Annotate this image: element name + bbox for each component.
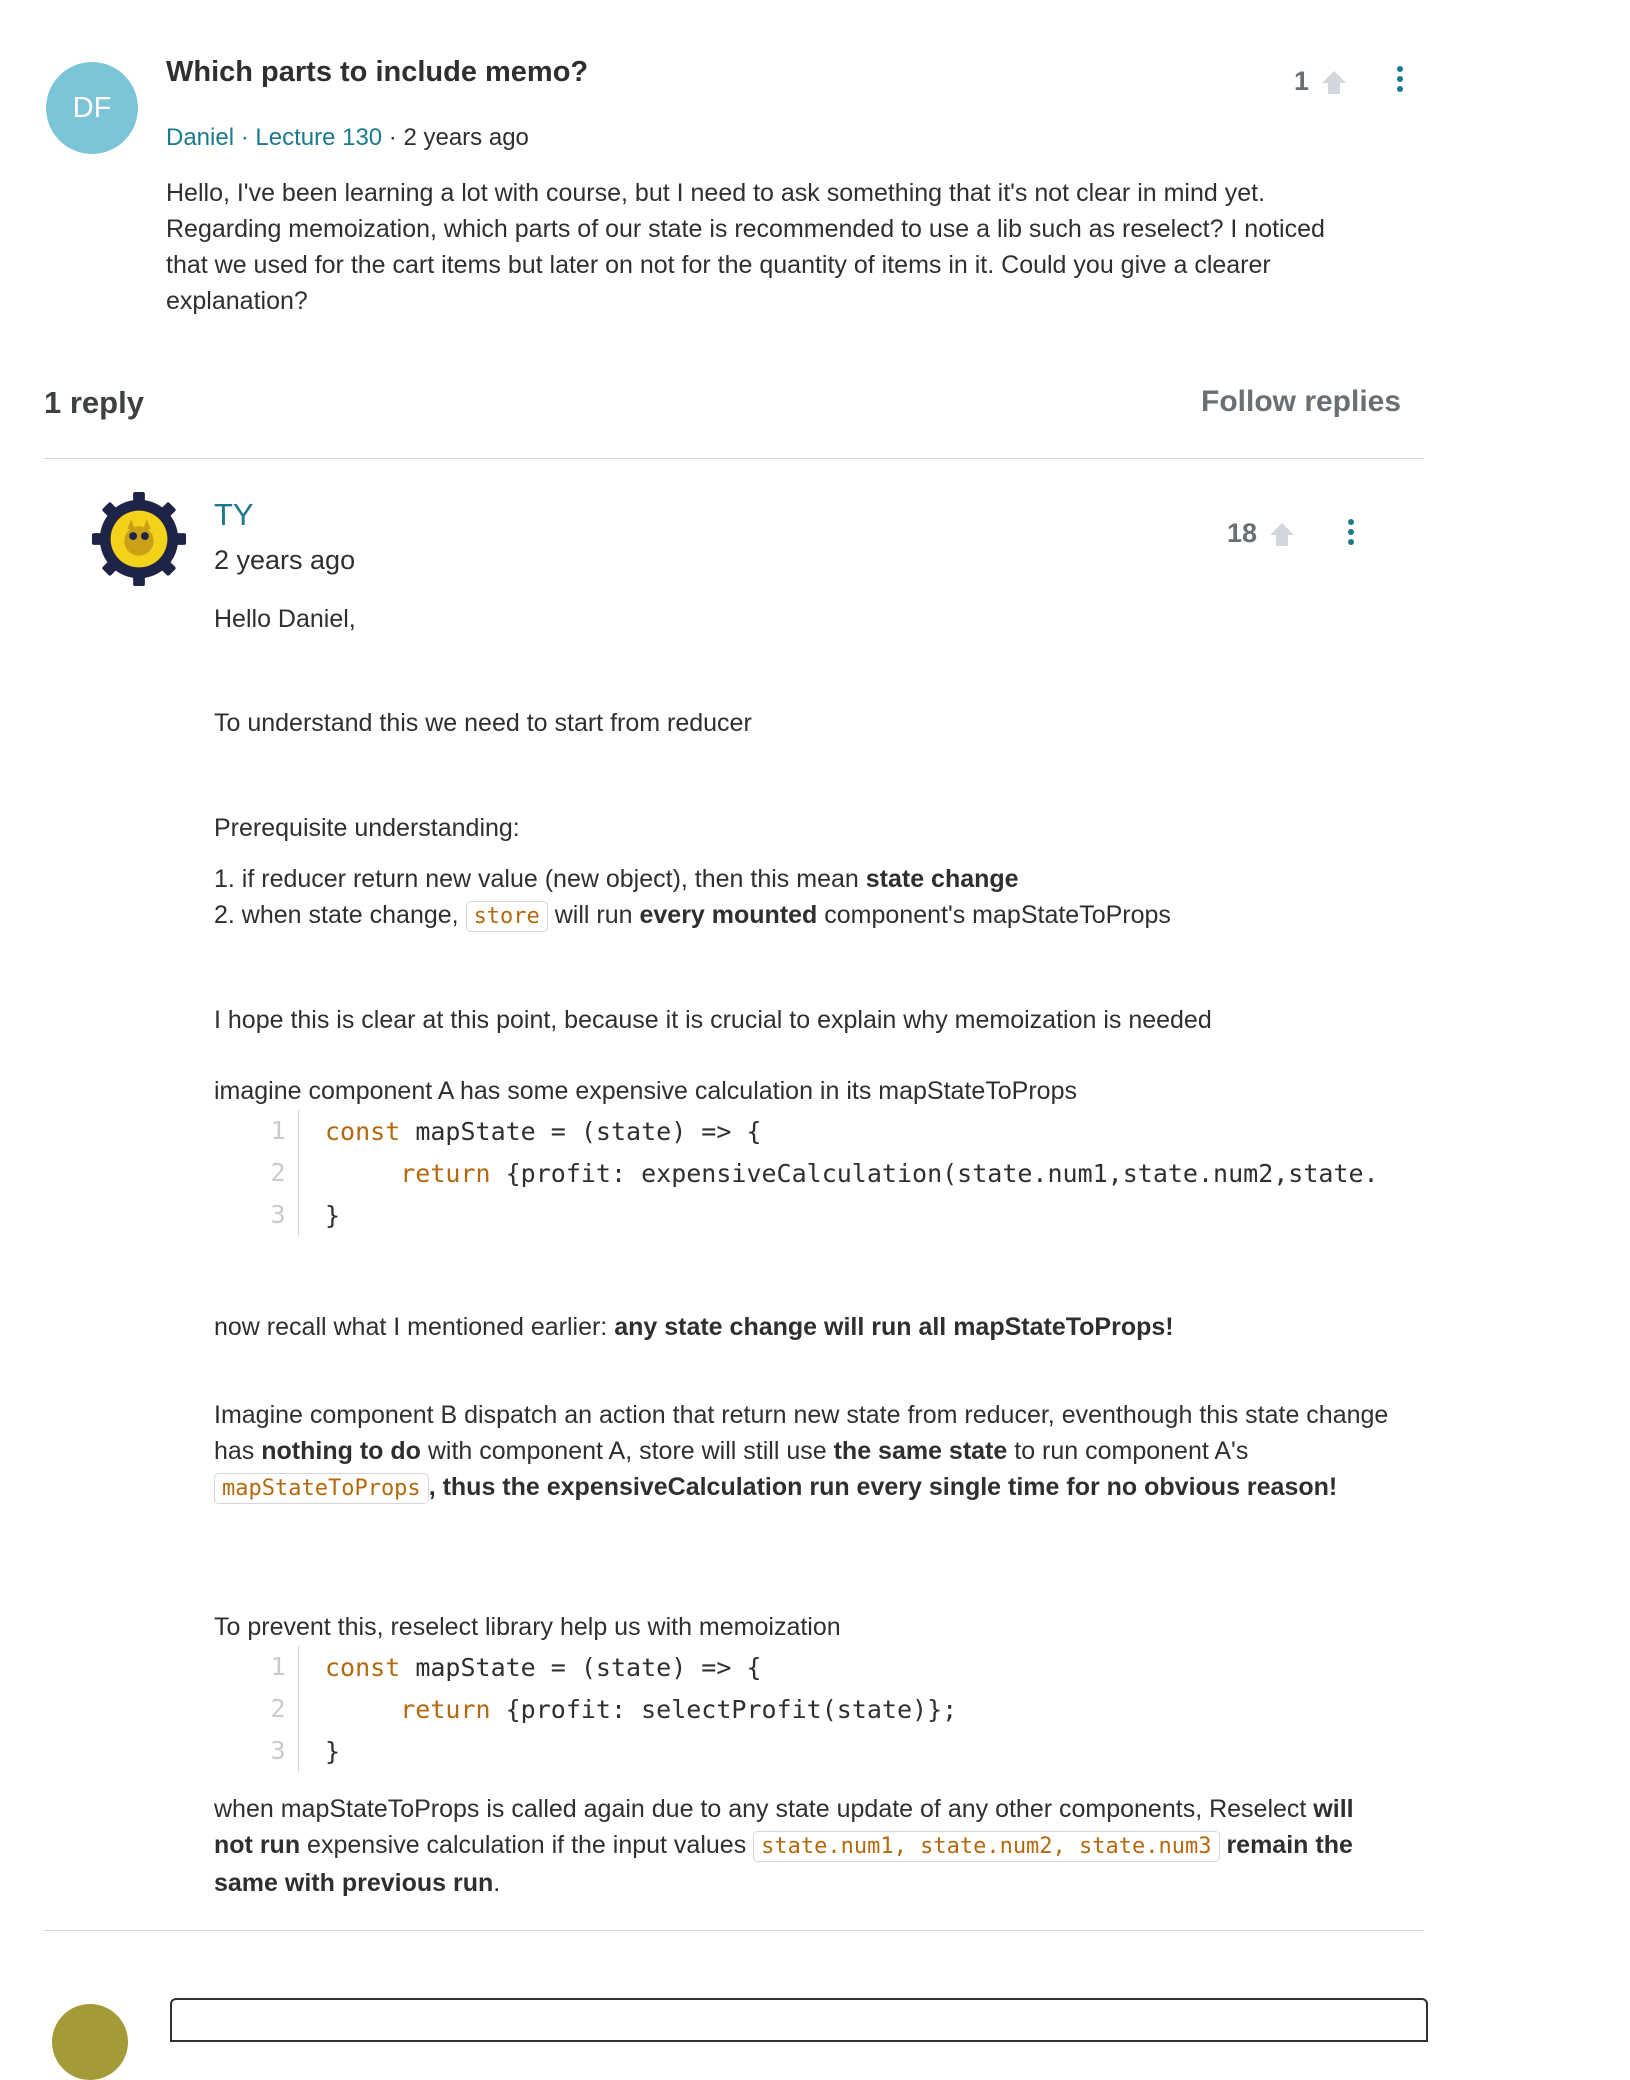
code-line: 2 return {profit: expensiveCalculation(s… (258, 1152, 1378, 1194)
question-author-link[interactable]: Daniel (166, 124, 234, 151)
imagine-a-paragraph: imagine component A has some expensive c… (214, 1077, 1077, 1105)
reply-vote-count: 18 (1227, 518, 1258, 548)
code-line: 3} (258, 1194, 1378, 1236)
code-line: 2 return {profit: selectProfit(state)}; (258, 1688, 1378, 1730)
divider (44, 1930, 1424, 1931)
lecture-link[interactable]: Lecture 130 (255, 124, 382, 151)
question-meta: Daniel · Lecture 130 · 2 years ago (166, 124, 529, 152)
avatar-initials: DF (72, 91, 112, 124)
follow-replies-button[interactable]: Follow replies (1201, 385, 1401, 419)
recall-paragraph: now recall what I mentioned earlier: any… (214, 1313, 1174, 1341)
reply-vote: 18 (1227, 518, 1297, 549)
prereq-item-1: 1. if reducer return new value (new obje… (214, 865, 1019, 893)
code-block-1: 1 const mapState = (state) => { 2 return … (258, 1110, 1378, 1236)
inline-code: state.num1, state.num2, state.num3 (753, 1831, 1220, 1862)
kebab-menu-icon[interactable] (1397, 66, 1403, 92)
kebab-menu-icon[interactable] (1348, 519, 1354, 545)
question-vote: 1 (1294, 66, 1349, 97)
meta-separator: · (234, 124, 256, 151)
question-author-avatar[interactable]: DF (46, 62, 138, 154)
prereq-heading: Prerequisite understanding: (214, 814, 520, 842)
reply-author-avatar[interactable] (90, 490, 188, 588)
inline-code: store (465, 901, 548, 932)
arrow-up-icon[interactable] (1267, 520, 1297, 548)
reply-time: 2 years ago (214, 545, 356, 575)
hope-paragraph: I hope this is clear at this point, beca… (214, 1006, 1212, 1034)
final-paragraph: when mapStateToProps is called again due… (214, 1795, 1354, 1897)
current-user-avatar (52, 2004, 128, 2080)
prereq-list: 1. if reducer return new value (new obje… (214, 861, 1394, 935)
reply-editor[interactable] (170, 1998, 1428, 2042)
code-line: 1 const mapState = (state) => { (258, 1110, 1378, 1152)
code-block-2: 1 const mapState = (state) => { 2 return … (258, 1646, 1378, 1772)
meta-separator: · (382, 124, 404, 151)
question-vote-count: 1 (1294, 66, 1310, 96)
code-line: 3} (258, 1730, 1378, 1772)
prevent-paragraph: To prevent this, reselect library help u… (214, 1613, 841, 1641)
reply-greeting: Hello Daniel, (214, 605, 356, 633)
prereq-item-2: 2. when state change, store will run eve… (214, 897, 1394, 935)
question-title: Which parts to include memo? (166, 56, 589, 88)
question-time: 2 years ago (403, 124, 529, 151)
reply-intro: To understand this we need to start from… (214, 709, 752, 737)
question-body: Hello, I've been learning a lot with cou… (166, 179, 1325, 315)
code-line: 1 const mapState = (state) => { (258, 1646, 1378, 1688)
arrow-up-icon[interactable] (1319, 68, 1349, 96)
imagine-b-paragraph: Imagine component B dispatch an action t… (214, 1397, 1394, 1507)
divider (44, 458, 1424, 459)
inline-code: mapStateToProps (214, 1473, 429, 1504)
reply-author-name[interactable]: TY (214, 497, 254, 533)
replies-count: 1 reply (44, 385, 144, 420)
